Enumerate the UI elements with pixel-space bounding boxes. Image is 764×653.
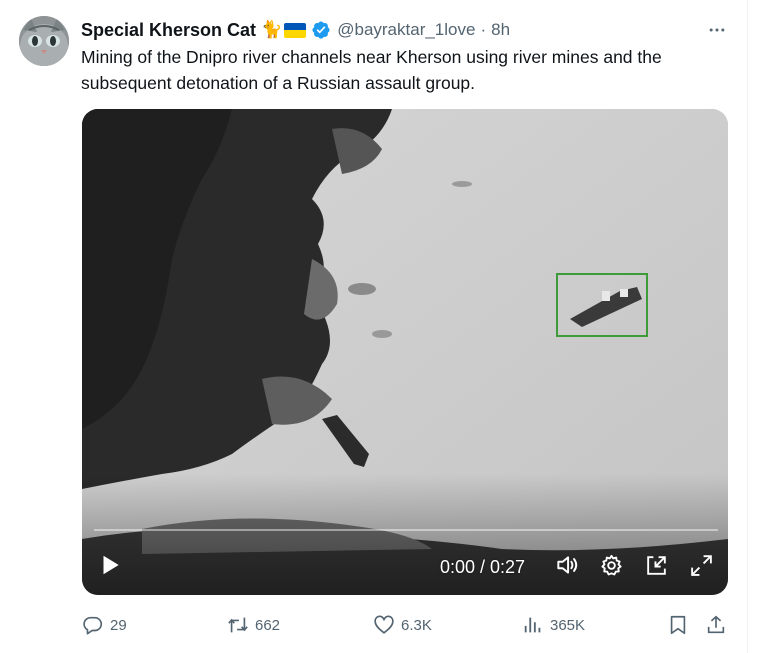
share-button[interactable] [705, 611, 727, 639]
ukraine-flag-icon [284, 22, 307, 38]
video-frame [82, 109, 728, 595]
fullscreen-icon [690, 554, 712, 576]
reply-icon [83, 616, 103, 635]
bookmark-button[interactable] [667, 611, 689, 639]
cat-emoji: 🐈 [261, 20, 283, 39]
tweet-card[interactable]: Special Kherson Cat 🐈 @bayraktar_1love ·… [0, 0, 748, 653]
play-button[interactable] [96, 551, 124, 579]
header-separator: · [480, 20, 487, 39]
like-button[interactable]: 6.3K [373, 611, 432, 639]
video-controls: 0:00 / 0:27 [82, 539, 728, 595]
tweet-text: Mining of the Dnipro river channels near… [81, 47, 662, 93]
retweet-button[interactable]: 662 [227, 611, 280, 639]
like-icon [374, 615, 394, 634]
play-icon [103, 555, 119, 575]
views-icon [524, 617, 541, 633]
gear-icon [600, 554, 622, 575]
retweet-icon [228, 617, 248, 633]
like-count: 6.3K [401, 616, 432, 634]
views-button[interactable]: 365K [522, 611, 585, 639]
cat-avatar-image [19, 16, 69, 66]
reply-count: 29 [110, 616, 127, 634]
bookmark-icon [670, 615, 686, 635]
video-progress-bar[interactable] [94, 529, 718, 531]
author-handle[interactable]: @bayraktar_1love [337, 20, 475, 40]
more-options-button[interactable] [703, 18, 731, 42]
reply-button[interactable]: 29 [82, 611, 127, 639]
volume-icon [557, 556, 578, 574]
tweet-header: Special Kherson Cat 🐈 @bayraktar_1love ·… [81, 18, 510, 42]
volume-button[interactable] [552, 550, 582, 580]
tweet-timestamp[interactable]: 8h [491, 20, 510, 40]
share-icon [707, 615, 725, 634]
author-display-name[interactable]: Special Kherson Cat [81, 20, 256, 41]
video-time: 0:00 / 0:27 [440, 557, 526, 577]
picture-in-picture-button[interactable] [641, 550, 671, 580]
author-avatar[interactable] [19, 16, 69, 66]
views-count: 365K [550, 616, 586, 634]
settings-button[interactable] [596, 550, 626, 580]
retweet-count: 662 [255, 616, 281, 634]
video-player[interactable]: 0:00 / 0:27 [82, 109, 728, 595]
more-dots-icon [709, 28, 725, 32]
tweet-actions: 29 662 6.3K 365K [82, 611, 732, 639]
fullscreen-button[interactable] [686, 550, 716, 580]
verified-badge-icon[interactable] [311, 20, 331, 40]
pip-icon [646, 555, 666, 575]
